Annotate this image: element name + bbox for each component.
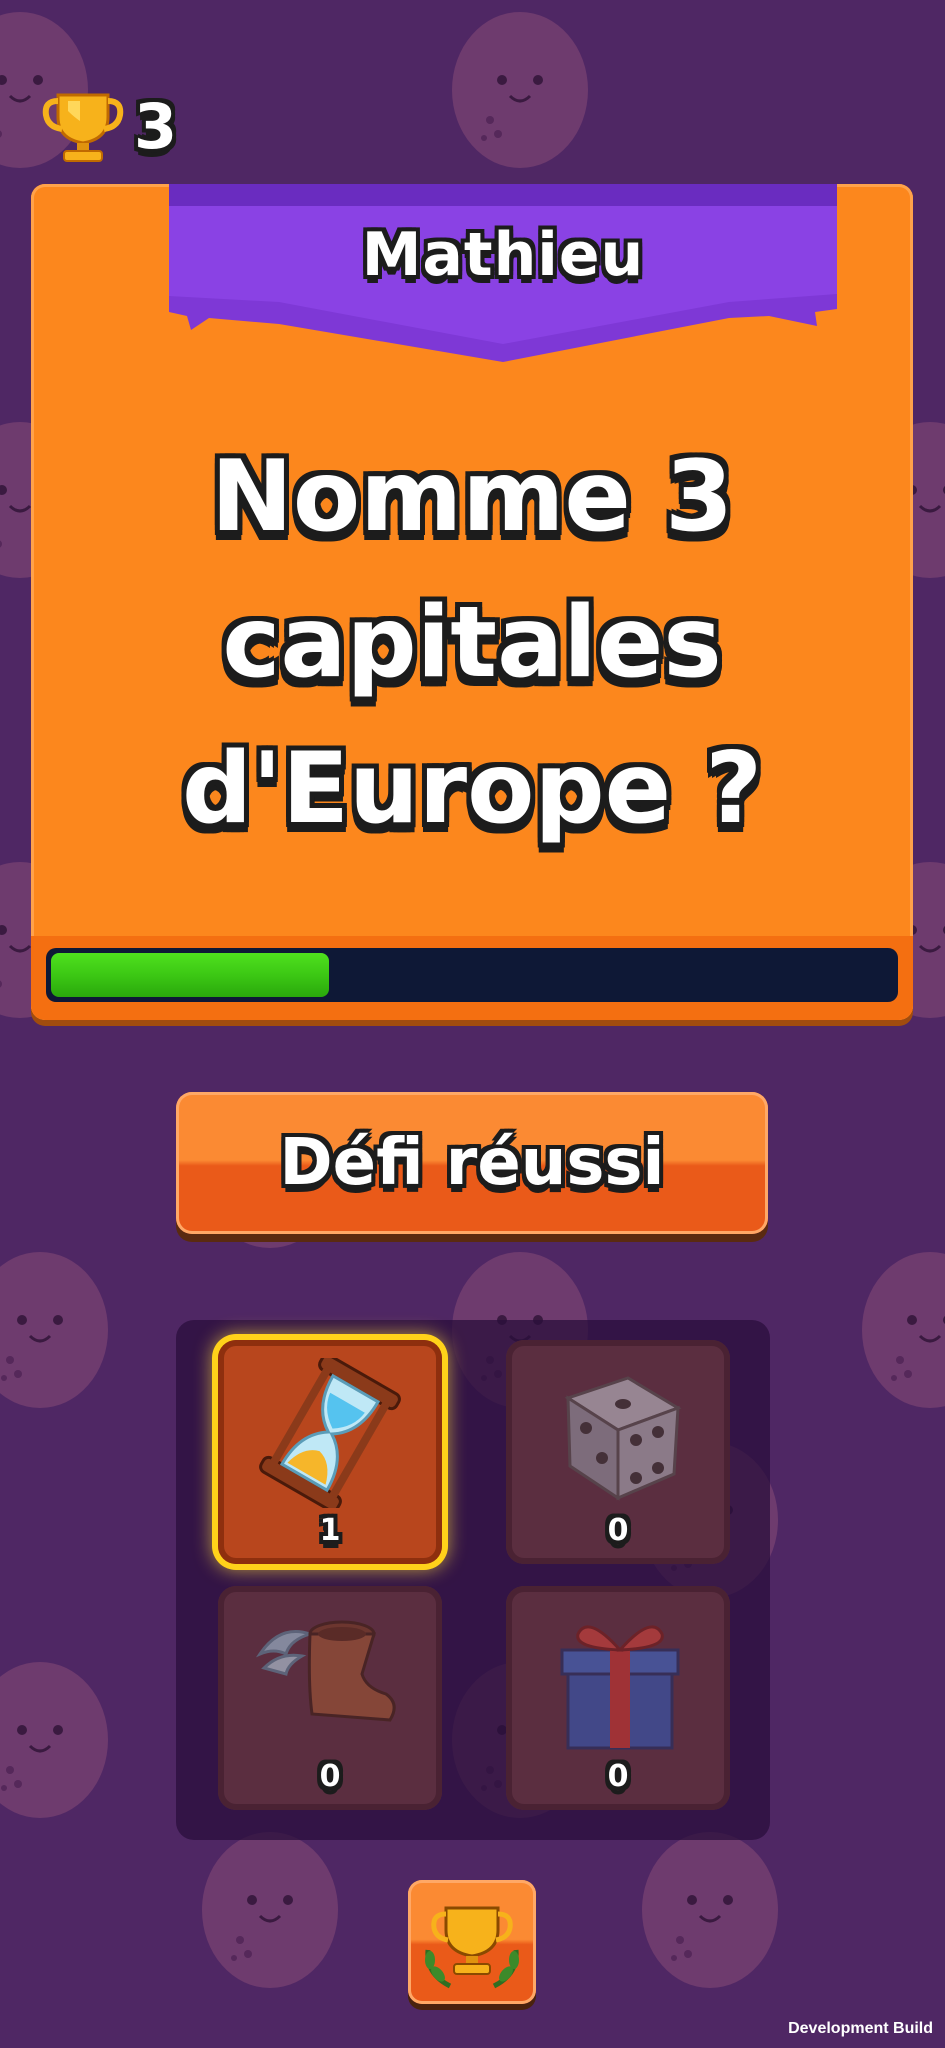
powerup-panel: 1 0 0 0 [176, 1320, 770, 1840]
hourglass-icon [259, 1358, 401, 1508]
challenge-question: Nomme 3 capitales d'Europe ? [181, 440, 763, 846]
challenge-success-button[interactable]: Défi réussi [176, 1092, 768, 1234]
powerup-winged-boot[interactable]: 0 [218, 1586, 442, 1810]
powerup-gift-count: 0 [607, 1759, 629, 1794]
challenge-success-label: Défi réussi [279, 1126, 665, 1200]
player-banner: Mathieu [169, 184, 837, 364]
trophy-count: 3 [134, 89, 178, 163]
challenge-card: Mathieu Nomme 3 capitales d'Europe ? [31, 184, 913, 1020]
powerup-winged-boot-count: 0 [319, 1759, 341, 1794]
powerup-dice[interactable]: 0 [506, 1340, 730, 1564]
leaderboard-button[interactable] [408, 1880, 536, 2004]
powerup-gift[interactable]: 0 [506, 1586, 730, 1810]
build-label: Development Build [788, 2020, 933, 2037]
timer-bar-fill [51, 953, 329, 997]
trophy-icon [42, 93, 124, 162]
dice-icon [564, 1376, 682, 1501]
winged-boot-icon [255, 1620, 396, 1722]
timer-bar [46, 948, 898, 1002]
powerup-hourglass-count: 1 [319, 1513, 341, 1548]
gift-icon [560, 1625, 680, 1750]
player-name: Mathieu [361, 220, 645, 290]
trophy-counter: 3 [40, 86, 177, 166]
trophy-laurel-icon [425, 1906, 519, 1989]
powerup-dice-count: 0 [607, 1513, 629, 1548]
powerup-hourglass[interactable]: 1 [218, 1340, 442, 1564]
